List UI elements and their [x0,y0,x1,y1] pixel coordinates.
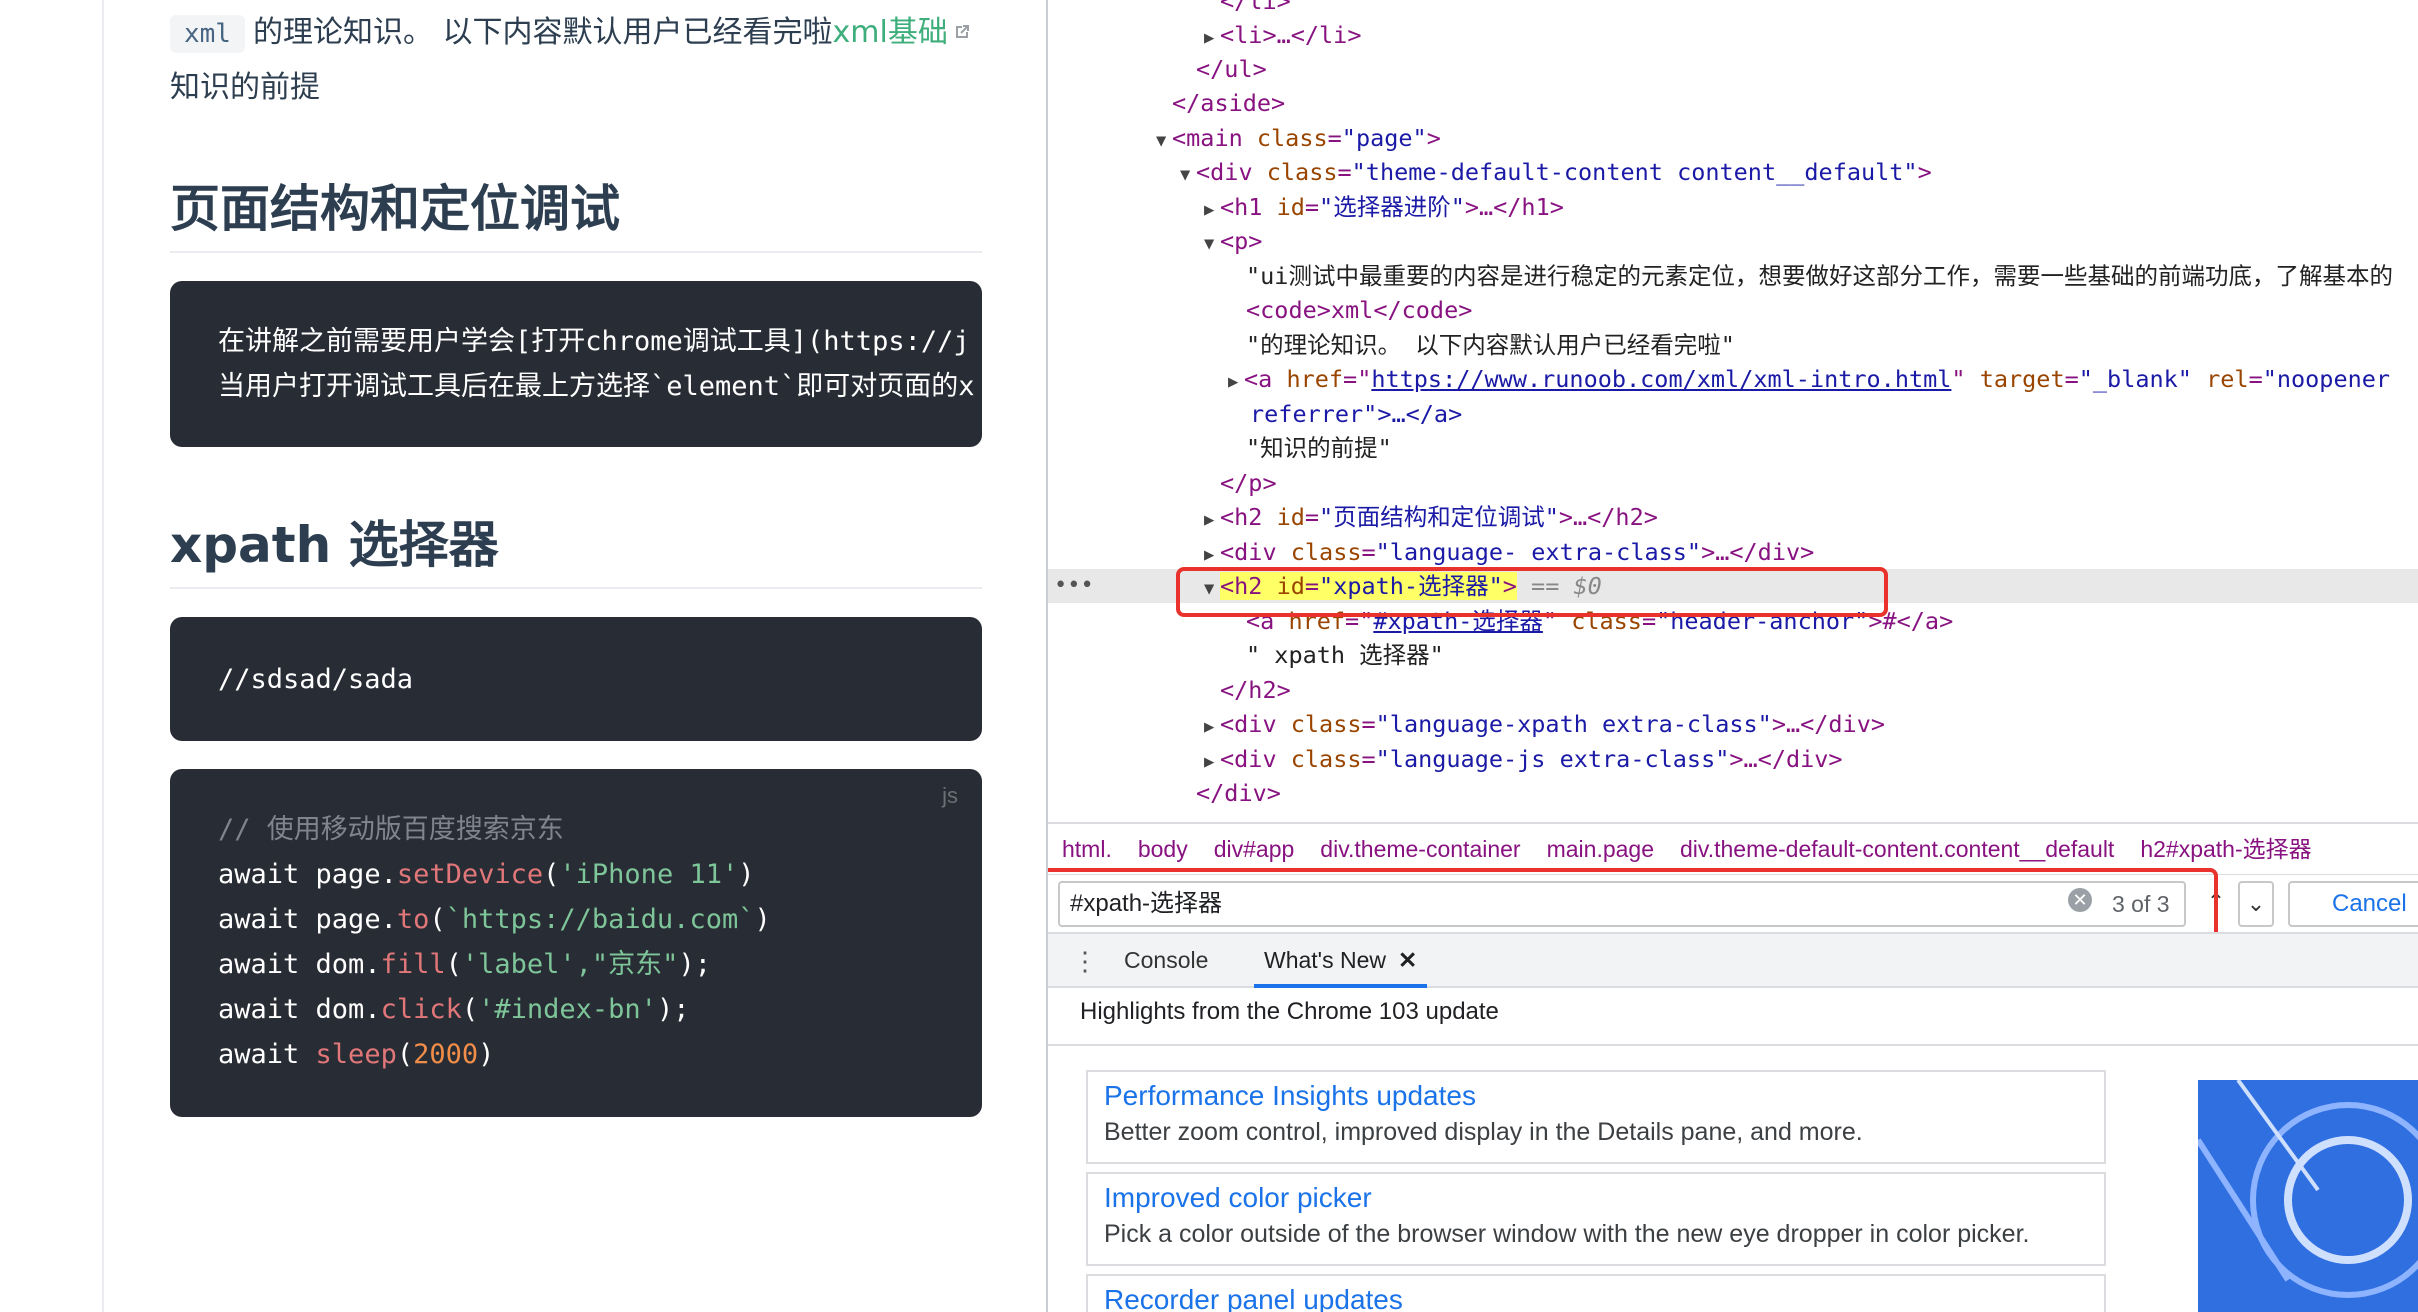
breadcrumb-item[interactable]: main.page [1547,836,1654,862]
dom-node[interactable]: ▼ <div class="theme-default-content conte… [1048,155,2418,189]
dom-href-link[interactable]: https://www.runoob.com/xml/xml-intro.htm… [1371,365,1951,393]
dom-node[interactable]: ▶ <div class="language- extra-class">…</d… [1048,535,2418,569]
breadcrumb-item[interactable]: body [1138,836,1188,862]
update-card[interactable]: Improved color picker Pick a color outsi… [1086,1172,2106,1266]
dom-text-node[interactable]: "知识的前提" [1048,431,2418,465]
more-options-icon[interactable]: ••• [1054,569,1094,603]
next-match-button[interactable]: ⌄ [2238,881,2274,927]
dom-href-link[interactable]: #xpath-选择器 [1373,607,1543,635]
external-link-icon [955,24,969,38]
drawer-tab-bar: ⋮ Console What's New ✕ [1048,932,2418,988]
code-line: await page.setDevice('iPhone 11') [218,859,755,890]
code-comment: // 使用移动版百度搜索京东 [218,814,564,845]
intro-paragraph: xml 的理论知识。 以下内容默认用户已经看完啦xml基础知识的前提 [170,0,982,115]
update-card[interactable]: Recorder panel updates [1086,1274,2106,1312]
code-line: await sleep(2000) [218,1039,495,1070]
code-line: //sdsad/sada [218,664,414,695]
heading-page-structure: 页面结构和定位调试 [170,169,982,253]
code-line: await dom.fill('label',"京东"); [218,949,711,980]
update-card[interactable]: Performance Insights updates Better zoom… [1086,1070,2106,1164]
dom-node[interactable]: </li> [1048,0,2418,18]
dom-node[interactable]: </aside> [1048,86,2418,120]
heading-xpath-selector: xpath 选择器 [170,505,982,589]
language-tag: js [942,783,958,808]
code-line: 在讲解之前需要用户学会[打开chrome调试工具](https://j [218,326,970,357]
dom-node[interactable]: ▼ <p> [1048,224,2418,258]
dom-text-node[interactable]: " xpath 选择器" [1048,638,2418,672]
chrome-update-illustration [2198,1080,2418,1312]
collapse-triangle-icon[interactable]: ▼ [1156,124,1172,158]
tab-whats-new[interactable]: What's New ✕ [1254,934,1428,988]
breadcrumb-item[interactable]: h2#xpath-选择器 [2140,836,2311,862]
dom-node[interactable]: referrer">…</a> [1048,397,2418,431]
collapse-triangle-icon[interactable]: ▼ [1180,158,1196,192]
card-description: Pick a color outside of the browser wind… [1104,1220,2030,1248]
doc-content: xml 的理论知识。 以下内容默认用户已经看完啦xml基础知识的前提 页面结构和定… [170,0,982,1117]
collapse-triangle-icon[interactable]: ▼ [1204,227,1220,261]
dom-breadcrumb: html. body div#app div.theme-container main.… [1048,822,2418,874]
dom-node[interactable]: ▶ <li>…</li> [1048,18,2418,52]
collapse-triangle-icon[interactable]: ▼ [1204,572,1220,606]
card-title[interactable]: Improved color picker [1104,1180,2088,1216]
card-title[interactable]: Recorder panel updates [1104,1282,2088,1312]
xml-basics-link[interactable]: xml基础 [833,15,948,50]
expand-triangle-icon[interactable]: ▶ [1204,710,1220,744]
code-block-js: js // 使用移动版百度搜索京东 await page.setDevice('… [170,769,982,1117]
divider [1048,1044,2418,1046]
card-description: Better zoom control, improved display in… [1104,1118,1863,1146]
code-line: await dom.click('#index-bn'); [218,994,690,1025]
dom-node[interactable]: <a href="#xpath-选择器" class="header-ancho… [1048,604,2418,638]
dom-node[interactable]: ▶ <div class="language-js extra-class">…<… [1048,742,2418,776]
dom-node[interactable]: </div> [1048,776,2418,810]
cancel-search-button[interactable]: Cancel [2288,881,2418,927]
breadcrumb-item[interactable]: div.theme-container [1320,836,1520,862]
expand-triangle-icon[interactable]: ▶ [1204,745,1220,779]
dom-text-node[interactable]: "的理论知识。 以下内容默认用户已经看完啦" [1048,328,2418,362]
dom-node[interactable]: ▶ <h2 id="页面结构和定位调试">…</h2> [1048,500,2418,534]
dom-node[interactable]: ▶ <a href="https://www.runoob.com/xml/xml… [1048,362,2418,396]
dom-node[interactable]: </h2> [1048,673,2418,707]
search-input[interactable]: #xpath-选择器 [1058,881,2186,927]
previous-match-button[interactable]: ⌃ [2198,881,2234,927]
dom-node[interactable]: <code>xml</code> [1048,293,2418,327]
card-title[interactable]: Performance Insights updates [1104,1078,2088,1114]
tab-console[interactable]: Console [1124,934,1208,988]
whats-new-header: Highlights from the Chrome 103 update [1080,998,1499,1025]
devtools-panel: </li> ▶ <li>…</li> </ul> </aside> ▼ <main … [1046,0,2418,1312]
js-code-lines: await page.setDevice('iPhone 11') await p… [218,852,982,1077]
expand-triangle-icon[interactable]: ▶ [1204,538,1220,572]
elements-dom-tree: </li> ▶ <li>…</li> </ul> </aside> ▼ <main … [1048,0,2418,822]
dom-node[interactable]: ▼ <main class="page"> [1048,121,2418,155]
elements-search-bar: #xpath-选择器 ✕ 3 of 3 ⌃ ⌄ Cancel [1048,874,2418,932]
breadcrumb-item[interactable]: div#app [1214,836,1295,862]
dom-node[interactable]: </ul> [1048,52,2418,86]
dom-node[interactable]: ▶ <div class="language-xpath extra-class"… [1048,707,2418,741]
dom-node-selected[interactable]: ••• ▼ <h2 id="xpath-选择器"> == $0 [1048,569,2418,603]
match-count: 3 of 3 [2112,891,2170,917]
inline-code: xml [170,15,245,53]
intro-text-end: 知识的前提 [170,70,320,105]
clear-search-icon[interactable]: ✕ [2068,888,2092,912]
dom-node[interactable]: </p> [1048,466,2418,500]
expand-triangle-icon[interactable]: ▶ [1204,21,1220,55]
breadcrumb-item[interactable]: div.theme-default-content.content__defau… [1680,836,2114,862]
close-tab-icon[interactable]: ✕ [1398,947,1417,973]
dom-node[interactable]: ▶ <h1 id="选择器进阶">…</h1> [1048,190,2418,224]
code-block-xpath: //sdsad/sada [170,617,982,741]
code-line: await page.to(`https://baidu.com`) [218,904,771,935]
drawer-menu-icon[interactable]: ⋮ [1072,946,1098,977]
intro-text: 的理论知识。 以下内容默认用户已经看完啦 [252,15,833,50]
code-line: 当用户打开调试工具后在最上方选择`element`即可对页面的x [218,371,975,402]
whats-new-panel: Highlights from the Chrome 103 update Pe… [1048,988,2418,1312]
documentation-page: xml 的理论知识。 以下内容默认用户已经看完啦xml基础知识的前提 页面结构和定… [0,0,1046,1312]
breadcrumb-item[interactable]: html. [1062,836,1112,862]
code-block-intro: 在讲解之前需要用户学会[打开chrome调试工具](https://j 当用户打… [170,281,982,447]
expand-triangle-icon[interactable]: ▶ [1204,193,1220,227]
dom-text-node[interactable]: "ui测试中最重要的内容是进行稳定的元素定位，想要做好这部分工作，需要一些基础的… [1048,259,2418,293]
expand-triangle-icon[interactable]: ▶ [1228,365,1244,399]
expand-triangle-icon[interactable]: ▶ [1204,503,1220,537]
sidebar-edge [0,0,104,1312]
